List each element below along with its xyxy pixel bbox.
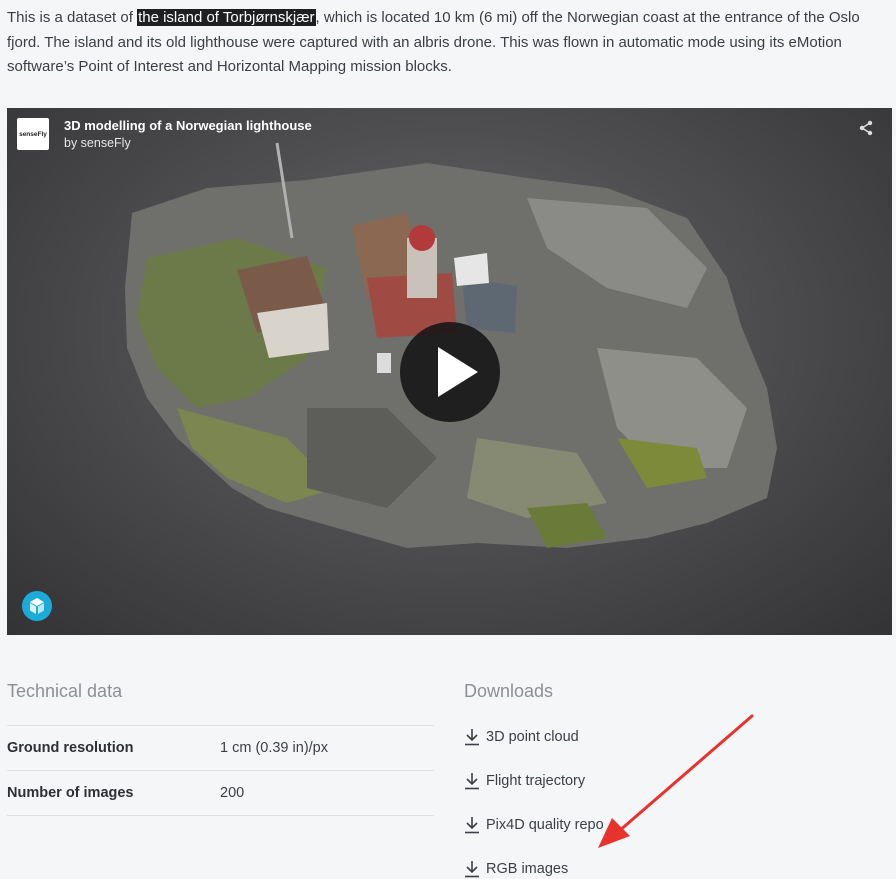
row-value: 200 bbox=[220, 785, 245, 801]
play-icon bbox=[438, 347, 478, 397]
technical-data-heading: Technical data bbox=[7, 681, 123, 701]
row-label: Number of images bbox=[7, 785, 134, 801]
intro-highlighted-text[interactable]: the island of Torbjørnskjær bbox=[137, 9, 316, 26]
sketchfab-icon bbox=[30, 598, 44, 614]
download-icon bbox=[465, 773, 479, 790]
share-icon[interactable] bbox=[858, 120, 874, 141]
download-label[interactable]: Flight trajectory bbox=[486, 773, 585, 789]
table-row: Ground resolution 1 cm (0.39 in)/px bbox=[7, 725, 434, 770]
downloads-heading: Downloads bbox=[464, 681, 554, 701]
viewer-byline[interactable]: by senseFly bbox=[64, 136, 131, 150]
play-button[interactable] bbox=[400, 322, 500, 422]
intro-text-before: This is a dataset of bbox=[7, 9, 138, 26]
download-3d-point-cloud-link[interactable]: 3D point cloud bbox=[464, 728, 579, 746]
sensefly-logo[interactable]: senseFly bbox=[17, 118, 49, 150]
download-icon bbox=[465, 861, 479, 878]
download-icon bbox=[465, 817, 479, 834]
download-label[interactable]: 3D point cloud bbox=[486, 729, 579, 745]
download-rgb-images-link[interactable]: RGB images bbox=[464, 860, 568, 878]
row-label: Ground resolution bbox=[7, 740, 134, 756]
intro-paragraph: This is a dataset of the island of Torbj… bbox=[7, 6, 891, 80]
viewer-title[interactable]: 3D modelling of a Norwegian lighthouse bbox=[64, 118, 312, 133]
download-icon bbox=[465, 729, 479, 746]
3d-model-viewer[interactable]: senseFly 3D modelling of a Norwegian lig… bbox=[7, 108, 892, 635]
download-label[interactable]: Pix4D quality repo bbox=[486, 817, 604, 833]
sketchfab-badge-button[interactable] bbox=[22, 591, 52, 621]
download-label[interactable]: RGB images bbox=[486, 861, 568, 877]
download-flight-trajectory-link[interactable]: Flight trajectory bbox=[464, 772, 585, 790]
technical-data-table: Ground resolution 1 cm (0.39 in)/px Numb… bbox=[7, 725, 434, 816]
download-pix4d-quality-report-link[interactable]: Pix4D quality repo bbox=[464, 816, 604, 834]
row-value: 1 cm (0.39 in)/px bbox=[220, 740, 328, 756]
table-row: Number of images 200 bbox=[7, 770, 434, 816]
